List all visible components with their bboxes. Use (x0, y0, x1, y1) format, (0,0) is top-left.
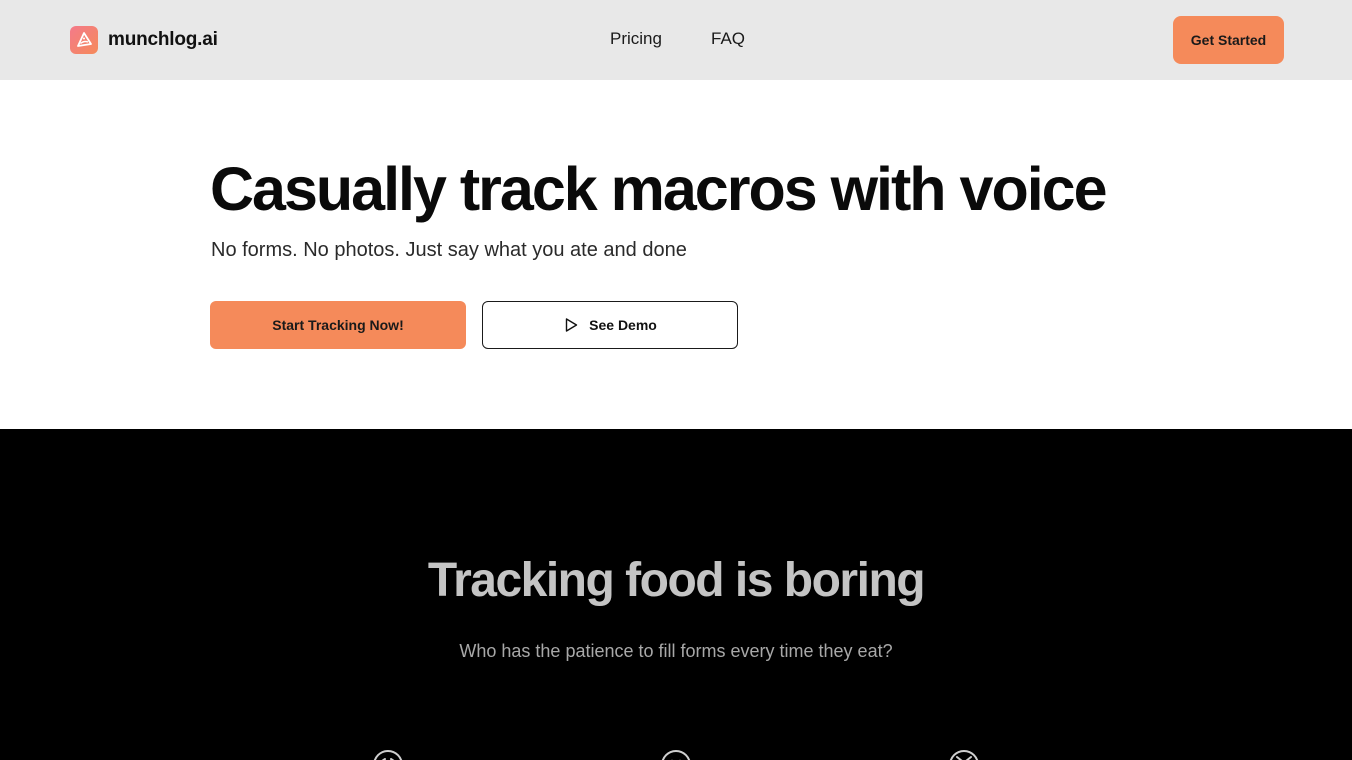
brand-link[interactable]: munchlog.ai (70, 26, 218, 54)
see-demo-label: See Demo (589, 317, 657, 333)
play-icon (563, 317, 579, 333)
pizza-slice-icon (70, 26, 98, 54)
hero-title: Casually track macros with voice (210, 155, 1107, 223)
see-demo-button[interactable]: See Demo (482, 301, 738, 349)
neutral-face-icon (660, 749, 692, 760)
top-navbar: munchlog.ai Pricing FAQ Get Started (0, 0, 1352, 80)
sad-face-icon (372, 749, 404, 760)
hero-subtitle: No forms. No photos. Just say what you a… (211, 239, 687, 261)
annoyed-face-icon (948, 749, 980, 760)
problem-subtitle: Who has the patience to fill forms every… (459, 641, 893, 661)
nav-faq-link[interactable]: FAQ (711, 29, 745, 49)
nav-pricing-link[interactable]: Pricing (610, 29, 662, 49)
get-started-button[interactable]: Get Started (1173, 16, 1284, 64)
brand-name: munchlog.ai (108, 29, 218, 50)
problem-section: Tracking food is boring Who has the pati… (0, 429, 1352, 760)
problem-title: Tracking food is boring (427, 554, 926, 607)
start-tracking-button[interactable]: Start Tracking Now! (210, 301, 466, 349)
